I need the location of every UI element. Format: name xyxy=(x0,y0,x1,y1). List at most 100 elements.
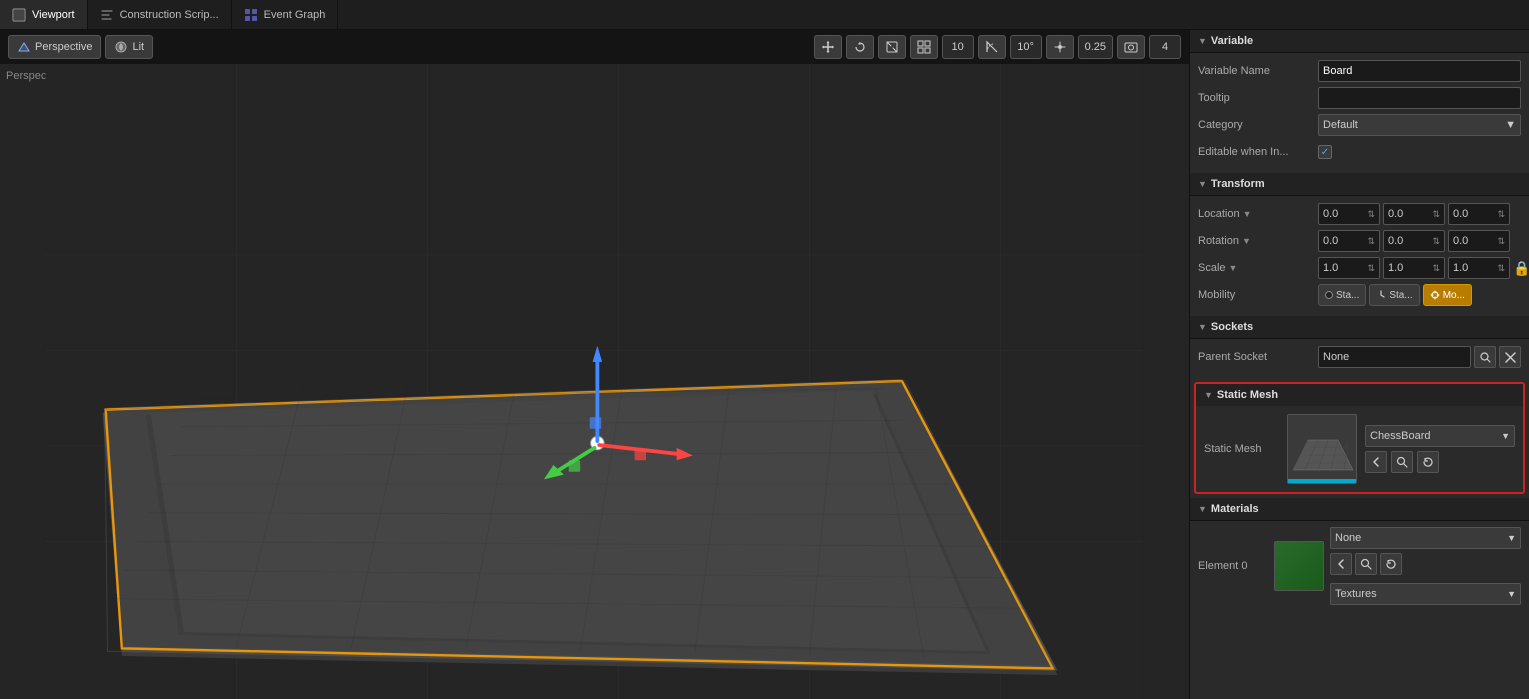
variable-collapse-arrow: ▼ xyxy=(1198,36,1207,46)
lit-label: Lit xyxy=(132,41,144,53)
editable-checkbox[interactable] xyxy=(1318,145,1332,159)
viewport-canvas[interactable]: Perspective xyxy=(0,64,1189,699)
lit-icon xyxy=(114,40,128,54)
rotation-y-arrow: ⇅ xyxy=(1432,236,1440,247)
socket-clear-icon xyxy=(1505,352,1516,363)
perspective-button[interactable]: Perspective xyxy=(8,35,101,59)
material-dropdown[interactable]: None ▼ xyxy=(1330,527,1521,549)
socket-search-btn[interactable] xyxy=(1474,346,1496,368)
mobility-static-label: Sta... xyxy=(1336,290,1359,301)
angle-value[interactable]: 10° xyxy=(1010,35,1042,59)
material-refresh-icon xyxy=(1385,558,1397,570)
toolbar-right: 10 10° 0.25 xyxy=(814,35,1181,59)
tab-viewport[interactable]: Viewport xyxy=(0,0,88,29)
scale-snap-icon-btn[interactable] xyxy=(1046,35,1074,59)
location-x-input[interactable]: 0.0 ⇅ xyxy=(1318,203,1380,225)
location-values: 0.0 ⇅ 0.0 ⇅ 0.0 ⇅ xyxy=(1318,203,1521,225)
location-row: Location ▼ 0.0 ⇅ 0.0 ⇅ 0.0 ⇅ xyxy=(1198,202,1521,226)
tab-bar: Viewport Construction Scrip... Event Gra… xyxy=(0,0,1529,30)
variable-name-label: Variable Name xyxy=(1198,65,1318,77)
textures-dropdown[interactable]: Textures ▼ xyxy=(1330,583,1521,605)
tab-construction-script[interactable]: Construction Scrip... xyxy=(88,0,232,29)
rotation-x-input[interactable]: 0.0 ⇅ xyxy=(1318,230,1380,252)
scale-icon-btn[interactable] xyxy=(878,35,906,59)
mesh-thumbnail-inner xyxy=(1288,415,1356,483)
scale-z-arrow: ⇅ xyxy=(1497,263,1505,274)
lit-button[interactable]: Lit xyxy=(105,35,153,59)
tab-viewport-label: Viewport xyxy=(32,9,75,21)
rotate-icon xyxy=(853,40,867,54)
tab-event-graph-label: Event Graph xyxy=(264,9,326,21)
location-label: Location ▼ xyxy=(1198,208,1318,220)
mobility-buttons: Sta... Sta... xyxy=(1318,284,1472,306)
scale-y-arrow: ⇅ xyxy=(1432,263,1440,274)
transform-section-content: Location ▼ 0.0 ⇅ 0.0 ⇅ 0.0 ⇅ xyxy=(1190,196,1529,316)
translate-icon-btn[interactable] xyxy=(814,35,842,59)
mobility-movable-label: Mo... xyxy=(1443,290,1465,301)
rotation-y-input[interactable]: 0.0 ⇅ xyxy=(1383,230,1445,252)
sockets-section-header[interactable]: ▼ Sockets xyxy=(1190,316,1529,339)
scale-z-input[interactable]: 1.0 ⇅ xyxy=(1448,257,1510,279)
grid-size-value[interactable]: 10 xyxy=(942,35,974,59)
tab-event-graph[interactable]: Event Graph xyxy=(232,0,339,29)
scale-lock-icon[interactable]: 🔒 xyxy=(1513,260,1529,277)
socket-clear-btn[interactable] xyxy=(1499,346,1521,368)
variable-section-header[interactable]: ▼ Variable xyxy=(1190,30,1529,53)
viewport-svg xyxy=(0,64,1189,699)
location-y-input[interactable]: 0.0 ⇅ xyxy=(1383,203,1445,225)
sockets-section-title: Sockets xyxy=(1211,321,1253,333)
scale-x-input[interactable]: 1.0 ⇅ xyxy=(1318,257,1380,279)
material-search-btn[interactable] xyxy=(1355,553,1377,575)
material-back-btn[interactable] xyxy=(1330,553,1352,575)
material-refresh-btn[interactable] xyxy=(1380,553,1402,575)
location-z-input[interactable]: 0.0 ⇅ xyxy=(1448,203,1510,225)
variable-section-content: Variable Name Board Tooltip Category xyxy=(1190,53,1529,173)
camera-speed-value[interactable]: 4 xyxy=(1149,35,1181,59)
element0-label: Element 0 xyxy=(1198,560,1268,572)
mesh-back-btn[interactable] xyxy=(1365,451,1387,473)
category-row: Category Default ▼ xyxy=(1198,113,1521,137)
mobility-stationary-icon xyxy=(1376,290,1386,300)
static-mesh-header[interactable]: ▼ Static Mesh xyxy=(1196,384,1523,406)
viewport-icon xyxy=(12,8,26,22)
mobility-movable-btn[interactable]: Mo... xyxy=(1423,284,1472,306)
mesh-name-dropdown[interactable]: ChessBoard ▼ xyxy=(1365,425,1515,447)
rotation-z-input[interactable]: 0.0 ⇅ xyxy=(1448,230,1510,252)
mobility-static-radio xyxy=(1325,291,1333,299)
static-mesh-label: Static Mesh xyxy=(1204,443,1279,455)
variable-name-input[interactable]: Board xyxy=(1318,60,1521,82)
viewport-toolbar: Perspective Lit xyxy=(0,30,1189,64)
materials-section-header[interactable]: ▼ Materials xyxy=(1190,498,1529,521)
mesh-name-row: ChessBoard ▼ xyxy=(1365,425,1515,447)
material-search-icon xyxy=(1360,558,1372,570)
element0-row: Element 0 None ▼ xyxy=(1198,527,1521,605)
tab-construction-label: Construction Scrip... xyxy=(120,9,219,21)
viewport-area: Perspective Lit xyxy=(0,30,1189,699)
transform-section-header[interactable]: ▼ Transform xyxy=(1190,173,1529,196)
category-dropdown[interactable]: Default ▼ xyxy=(1318,114,1521,136)
rotate-icon-btn[interactable] xyxy=(846,35,874,59)
grid-icon-btn[interactable] xyxy=(910,35,938,59)
tooltip-value xyxy=(1318,87,1521,109)
location-y-arrow: ⇅ xyxy=(1432,209,1440,220)
mesh-search-btn[interactable] xyxy=(1391,451,1413,473)
mobility-static-btn[interactable]: Sta... xyxy=(1318,284,1366,306)
static-mesh-row: Static Mesh xyxy=(1204,414,1515,484)
mobility-stationary-btn[interactable]: Sta... xyxy=(1369,284,1419,306)
mesh-refresh-btn[interactable] xyxy=(1417,451,1439,473)
scale-snap-value[interactable]: 0.25 xyxy=(1078,35,1113,59)
camera-icon-btn[interactable] xyxy=(1117,35,1145,59)
scale-dropdown-arrow: ▼ xyxy=(1229,263,1238,273)
angle-icon-btn[interactable] xyxy=(978,35,1006,59)
tooltip-input[interactable] xyxy=(1318,87,1521,109)
tooltip-label: Tooltip xyxy=(1198,92,1318,104)
sockets-collapse-arrow: ▼ xyxy=(1198,322,1207,332)
scale-y-input[interactable]: 1.0 ⇅ xyxy=(1383,257,1445,279)
mobility-value: Sta... Sta... xyxy=(1318,284,1521,306)
mesh-preview-svg xyxy=(1288,415,1357,481)
editable-row: Editable when In... xyxy=(1198,140,1521,164)
material-back-icon xyxy=(1335,558,1347,570)
mobility-label: Mobility xyxy=(1198,289,1318,301)
mesh-refresh-icon xyxy=(1422,456,1434,468)
parent-socket-input[interactable]: None xyxy=(1318,346,1471,368)
